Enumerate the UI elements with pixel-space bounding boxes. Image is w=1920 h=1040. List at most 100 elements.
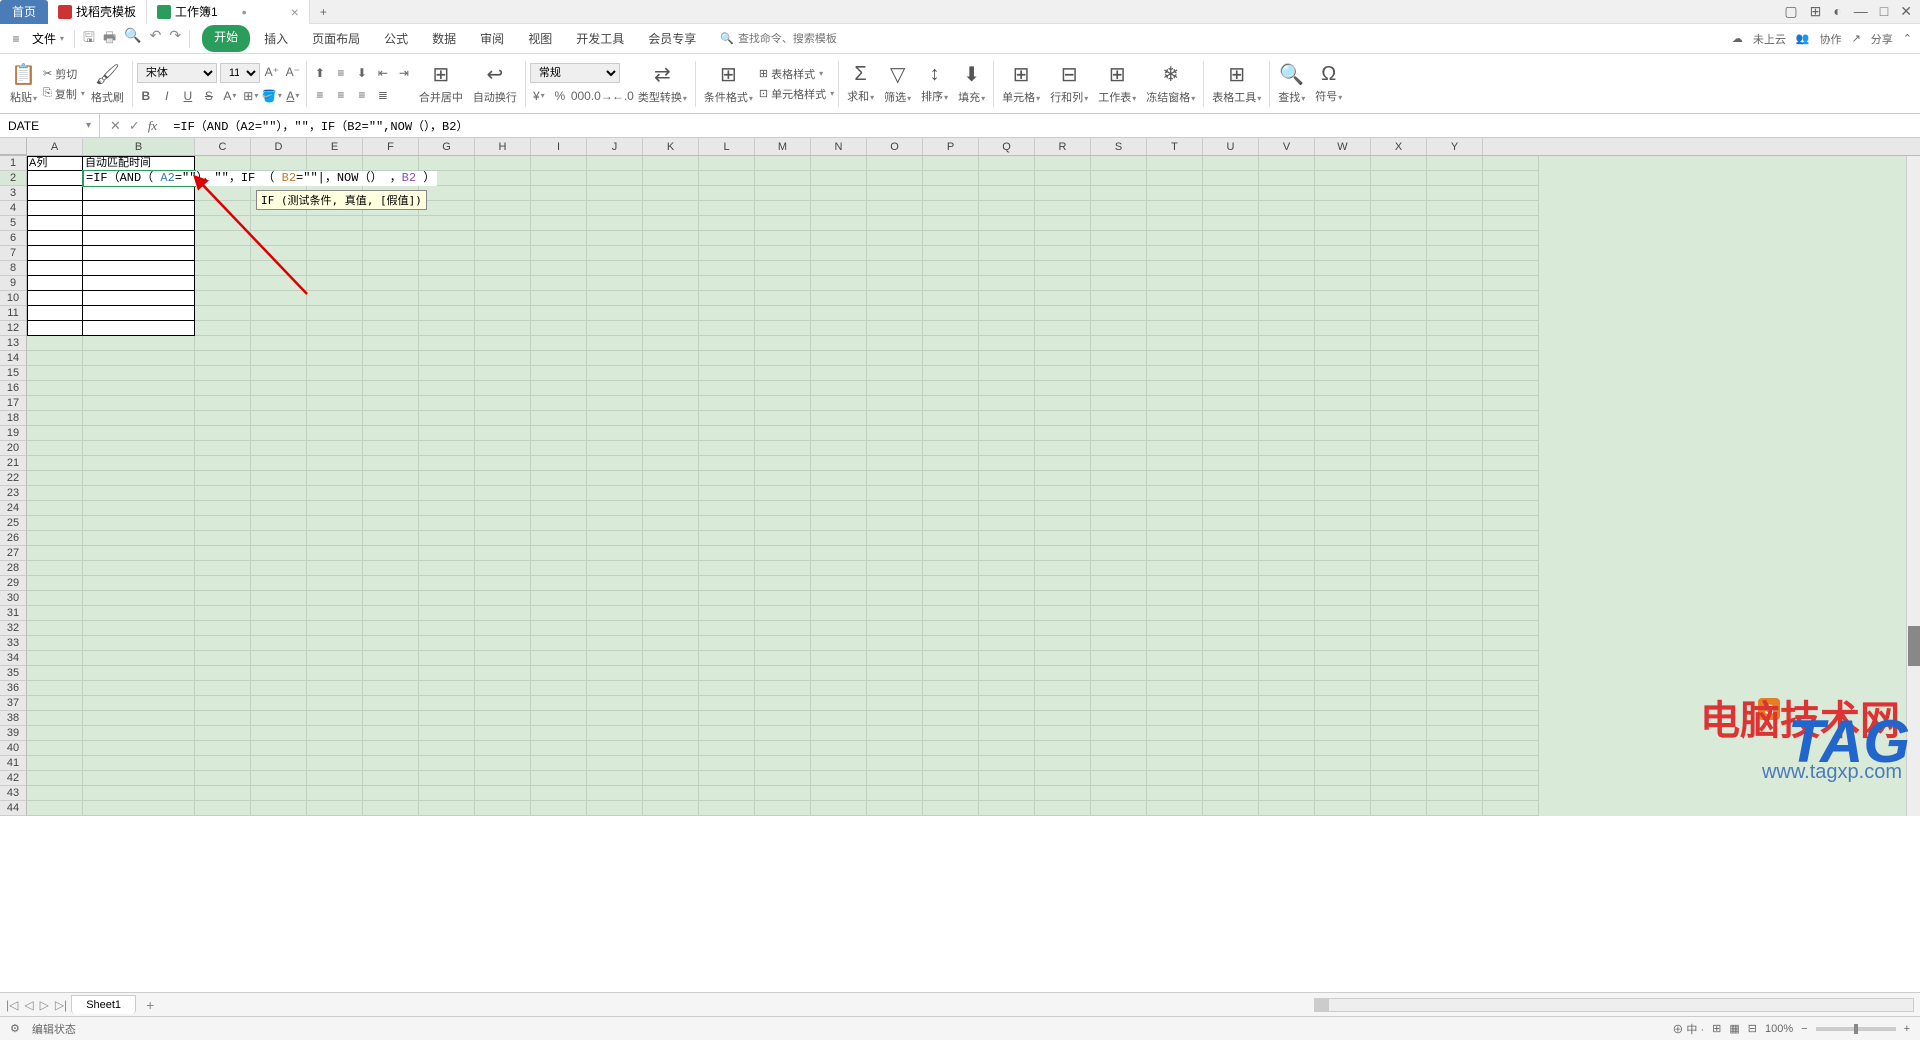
row-header[interactable]: 28 <box>0 561 27 576</box>
row-header[interactable]: 11 <box>0 306 27 321</box>
row-header[interactable]: 18 <box>0 411 27 426</box>
row-header[interactable]: 19 <box>0 426 27 441</box>
font-name-select[interactable]: 宋体 <box>137 63 217 83</box>
share-icon[interactable]: ↗ <box>1852 32 1861 45</box>
percent-icon[interactable]: % <box>551 87 569 105</box>
row-header[interactable]: 15 <box>0 366 27 381</box>
col-header-m[interactable]: M <box>755 138 811 155</box>
row-header[interactable]: 13 <box>0 336 27 351</box>
col-header-t[interactable]: T <box>1147 138 1203 155</box>
ime-icon[interactable]: ⊕ 中 · <box>1672 1021 1704 1037</box>
zoom-value[interactable]: 100% <box>1765 1023 1793 1035</box>
tools-button[interactable]: ⊞表格工具▾ <box>1208 60 1265 107</box>
scroll-thumb[interactable] <box>1908 626 1920 666</box>
col-header-i[interactable]: I <box>531 138 587 155</box>
tab-view[interactable]: 视图 <box>518 25 562 52</box>
copy-button[interactable]: ⎘ 复制▾ <box>43 86 85 102</box>
row-header[interactable]: 7 <box>0 246 27 261</box>
tab-data[interactable]: 数据 <box>422 25 466 52</box>
col-header-f[interactable]: F <box>363 138 419 155</box>
row-header[interactable]: 9 <box>0 276 27 291</box>
save-icon[interactable]: 🖫 <box>83 27 95 51</box>
align-bottom-icon[interactable]: ⬇ <box>353 64 371 82</box>
sheet-last-icon[interactable]: ▷| <box>55 998 67 1012</box>
tab-member[interactable]: 会员专享 <box>638 25 706 52</box>
col-header-u[interactable]: U <box>1203 138 1259 155</box>
type-convert-button[interactable]: ⇄ 类型转换▾ <box>634 60 691 107</box>
view-page-icon[interactable]: ▦ <box>1729 1022 1739 1035</box>
zoom-in-icon[interactable]: + <box>1904 1023 1910 1035</box>
horizontal-scrollbar[interactable] <box>1314 998 1914 1012</box>
border-button[interactable]: ⊞▾ <box>242 87 260 105</box>
row-header[interactable]: 25 <box>0 516 27 531</box>
row-header[interactable]: 41 <box>0 756 27 771</box>
currency-icon[interactable]: ¥▾ <box>530 87 548 105</box>
row-header[interactable]: 35 <box>0 666 27 681</box>
menu-hamburger-icon[interactable]: ≡ <box>8 31 24 47</box>
tab-page-layout[interactable]: 页面布局 <box>302 25 370 52</box>
wrap-button[interactable]: ↩ 自动换行 <box>469 60 521 107</box>
cell-style-button[interactable]: ⊡ 单元格样式▾ <box>759 86 834 102</box>
view-split-icon[interactable]: ⊟ <box>1748 1022 1757 1035</box>
row-header[interactable]: 3 <box>0 186 27 201</box>
col-header-l[interactable]: L <box>699 138 755 155</box>
row-header[interactable]: 44 <box>0 801 27 816</box>
cond-format-button[interactable]: ⊞ 条件格式▾ <box>700 60 757 107</box>
row-header[interactable]: 36 <box>0 681 27 696</box>
row-header[interactable]: 38 <box>0 711 27 726</box>
grid-icon[interactable]: ⊞ <box>1810 3 1822 20</box>
font-color2-button[interactable]: A▾ <box>284 87 302 105</box>
col-header-e[interactable]: E <box>307 138 363 155</box>
col-header-o[interactable]: O <box>867 138 923 155</box>
sheet-first-icon[interactable]: |◁ <box>6 998 18 1012</box>
share-label[interactable]: 分享 <box>1871 31 1893 47</box>
indent-left-icon[interactable]: ⇤ <box>374 64 392 82</box>
select-all-corner[interactable] <box>0 138 27 155</box>
sheet-tab[interactable]: Sheet1 <box>71 995 136 1014</box>
print-icon[interactable]: 🖶 <box>103 27 116 51</box>
row-header[interactable]: 16 <box>0 381 27 396</box>
justify-icon[interactable]: ≣ <box>374 86 392 104</box>
thousand-icon[interactable]: 000 <box>572 87 590 105</box>
help-icon[interactable]: ◐ <box>1833 3 1841 20</box>
row-header[interactable]: 39 <box>0 726 27 741</box>
row-header[interactable]: 40 <box>0 741 27 756</box>
align-left-icon[interactable]: ≡ <box>311 86 329 104</box>
row-header[interactable]: 23 <box>0 486 27 501</box>
col-header-x[interactable]: X <box>1371 138 1427 155</box>
col-header-n[interactable]: N <box>811 138 867 155</box>
cancel-formula-icon[interactable]: ✕ <box>110 118 121 134</box>
find-button[interactable]: 🔍查找▾ <box>1274 60 1309 107</box>
col-header-q[interactable]: Q <box>979 138 1035 155</box>
col-header-v[interactable]: V <box>1259 138 1315 155</box>
italic-button[interactable]: I <box>158 87 176 105</box>
sort-button[interactable]: ↕排序▾ <box>917 61 952 106</box>
increase-font-icon[interactable]: A⁺ <box>263 63 281 81</box>
row-header[interactable]: 24 <box>0 501 27 516</box>
cloud-label[interactable]: 未上云 <box>1753 31 1786 47</box>
zoom-out-icon[interactable]: − <box>1801 1023 1807 1035</box>
col-header-s[interactable]: S <box>1091 138 1147 155</box>
cut-button[interactable]: ✂ 剪切 <box>43 66 85 82</box>
maximize-icon[interactable]: □ <box>1880 3 1888 20</box>
tab-document[interactable]: 工作簿1 • × <box>147 0 310 24</box>
accept-formula-icon[interactable]: ✓ <box>129 118 140 134</box>
col-header-k[interactable]: K <box>643 138 699 155</box>
row-header[interactable]: 31 <box>0 606 27 621</box>
preview-icon[interactable]: 🔍 <box>124 27 141 51</box>
row-header[interactable]: 22 <box>0 471 27 486</box>
strike-button[interactable]: S <box>200 87 218 105</box>
col-header-j[interactable]: J <box>587 138 643 155</box>
number-format-select[interactable]: 常规 <box>530 63 620 83</box>
bold-button[interactable]: B <box>137 87 155 105</box>
tab-insert[interactable]: 插入 <box>254 25 298 52</box>
row-header[interactable]: 43 <box>0 786 27 801</box>
row-header[interactable]: 1 <box>0 156 27 171</box>
tab-review[interactable]: 审阅 <box>470 25 514 52</box>
tab-home[interactable]: 首页 <box>0 0 48 24</box>
cooperate-icon[interactable]: 👥 <box>1796 32 1810 45</box>
fill-color-button[interactable]: 🪣▾ <box>263 87 281 105</box>
row-header[interactable]: 33 <box>0 636 27 651</box>
row-header[interactable]: 10 <box>0 291 27 306</box>
row-header[interactable]: 20 <box>0 441 27 456</box>
